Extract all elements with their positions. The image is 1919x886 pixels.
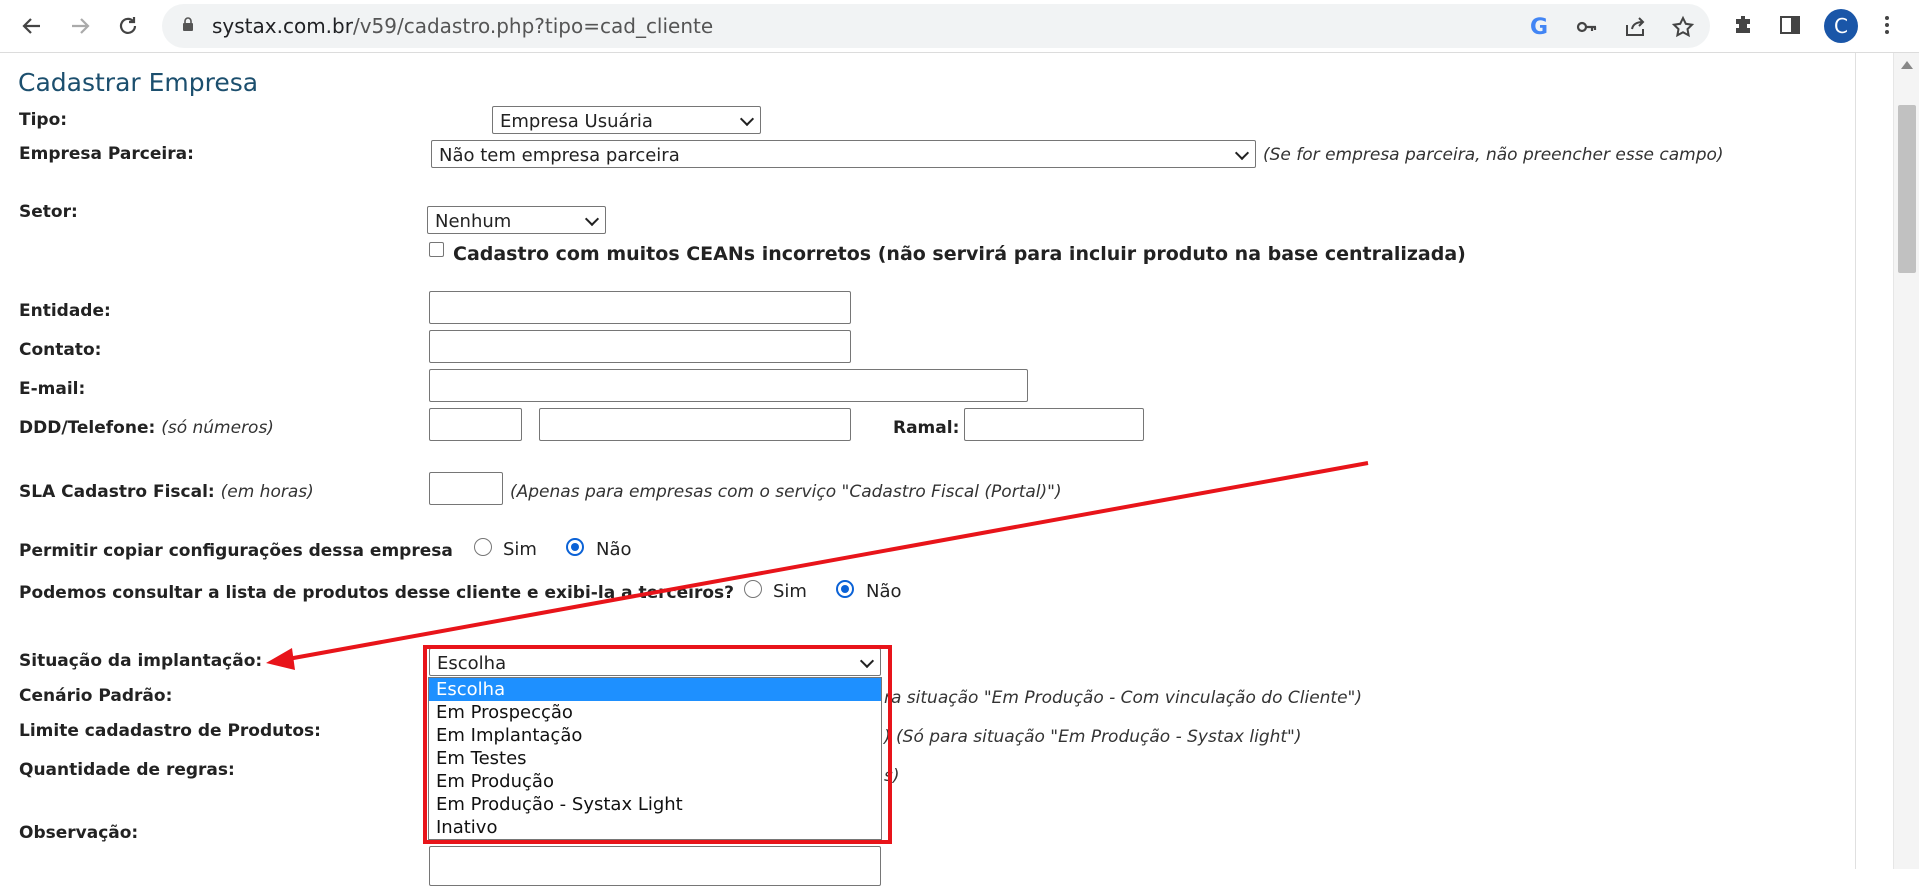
annotation-arrow-icon xyxy=(266,461,1369,670)
